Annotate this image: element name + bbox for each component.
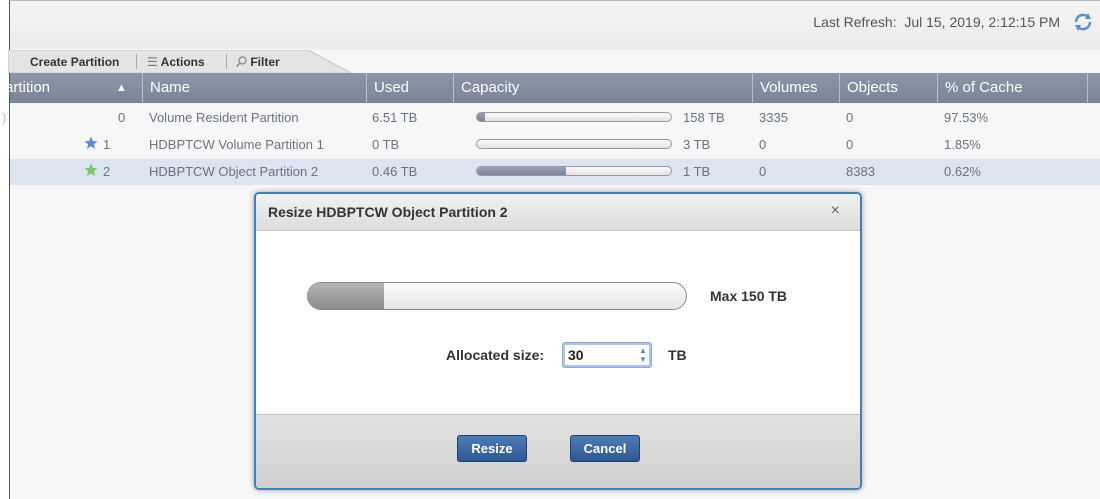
actions-menu[interactable]: ☰ Actions [147, 55, 205, 69]
max-size-label: Max 150 TB [710, 288, 788, 304]
column-header-partition[interactable]: artition ▲ [0, 73, 143, 103]
capacity-bar-fill [477, 113, 485, 121]
partition-used: 6.51 TB [372, 110, 418, 125]
allocated-size-value: 30 [568, 347, 584, 363]
capacity-bar [476, 112, 672, 122]
star-icon [84, 136, 98, 149]
column-header-cache[interactable]: % of Cache [938, 73, 1088, 103]
star-icon [84, 163, 98, 176]
dialog-footer: Resize Cancel [256, 414, 860, 488]
column-header-volumes[interactable]: Volumes [753, 73, 840, 103]
partition-cache: 97.53% [944, 110, 989, 125]
partition-objects: 0 [846, 110, 854, 125]
column-header-name[interactable]: Name [143, 73, 367, 103]
column-header-used[interactable]: Used [367, 73, 454, 103]
last-refresh-label: Last Refresh: [813, 14, 897, 30]
partition-number: 0 [118, 110, 126, 125]
partition-number: 2 [103, 164, 111, 179]
toolbar-divider [136, 54, 137, 69]
dialog-title: Resize HDBPTCW Object Partition 2 [268, 204, 508, 220]
refresh-icon[interactable] [1072, 11, 1094, 33]
partition-used: 0.46 TB [372, 164, 418, 179]
partition-objects: 8383 [846, 164, 875, 179]
resize-button[interactable]: Resize [457, 435, 527, 462]
last-refresh-value: Jul 15, 2019, 2:12:15 PM [904, 14, 1060, 30]
column-header-objects[interactable]: Objects [840, 73, 938, 103]
partition-cache: 0.62% [944, 164, 981, 179]
filter-button[interactable]: Filter [235, 55, 280, 69]
partition-cache: 1.85% [944, 137, 981, 152]
last-refresh: Last Refresh: Jul 15, 2019, 2:12:15 PM [813, 14, 1060, 30]
partition-number: 1 [103, 137, 111, 152]
resize-dialog: Resize HDBPTCW Object Partition 2 × Max … [254, 192, 862, 490]
stepper-down-icon[interactable]: ▼ [639, 355, 647, 364]
partition-volumes: 0 [759, 137, 767, 152]
dialog-title-bar[interactable]: Resize HDBPTCW Object Partition 2 × [256, 194, 860, 231]
list-icon: ☰ [147, 55, 158, 69]
partition-capacity: 1 TB [683, 164, 711, 179]
partition-objects: 0 [846, 137, 854, 152]
table-header: artition ▲ Name Used Capacity Volumes Ob… [5, 73, 1100, 103]
column-header-capacity[interactable]: Capacity [454, 73, 753, 103]
table-row-selected[interactable]: 2 HDBPTCW Object Partition 2 0.46 TB 1 T… [10, 159, 1100, 185]
partition-name: HDBPTCW Object Partition 2 [149, 164, 319, 179]
search-icon [235, 56, 247, 68]
dialog-body: Max 150 TB Allocated size: 30 ▲ ▼ TB [256, 231, 860, 414]
allocation-bar-fill [308, 283, 384, 309]
capacity-bar-fill [477, 167, 567, 175]
toolbar-divider [226, 54, 227, 69]
partition-name: Volume Resident Partition [149, 110, 299, 125]
partition-status-icon: ) [2, 110, 7, 125]
partition-capacity: 158 TB [683, 110, 725, 125]
partition-capacity: 3 TB [683, 137, 711, 152]
close-icon[interactable]: × [831, 202, 840, 220]
allocated-size-label: Allocated size: [446, 347, 545, 363]
capacity-bar [476, 166, 672, 176]
cancel-button[interactable]: Cancel [570, 435, 640, 462]
actions-label: Actions [160, 55, 205, 69]
unit-label: TB [668, 347, 687, 363]
allocated-size-input[interactable]: 30 ▲ ▼ [562, 342, 652, 368]
sort-ascending-icon: ▲ [116, 82, 127, 94]
size-stepper[interactable]: ▲ ▼ [639, 346, 647, 364]
capacity-bar [476, 139, 672, 149]
table-row[interactable]: ) 0 Volume Resident Partition 6.51 TB 15… [2, 105, 1100, 131]
create-partition-button[interactable]: Create Partition [30, 55, 119, 69]
partition-volumes: 3335 [759, 110, 788, 125]
stepper-up-icon[interactable]: ▲ [639, 346, 647, 355]
partition-volumes: 0 [759, 164, 767, 179]
table-row[interactable]: 1 HDBPTCW Volume Partition 1 0 TB 3 TB 0… [10, 132, 1100, 158]
filter-label: Filter [250, 55, 280, 69]
partition-used: 0 TB [372, 137, 400, 152]
allocation-bar [307, 282, 687, 310]
top-bar: Last Refresh: Jul 15, 2019, 2:12:15 PM [10, 1, 1100, 49]
partition-name: HDBPTCW Volume Partition 1 [149, 137, 324, 152]
